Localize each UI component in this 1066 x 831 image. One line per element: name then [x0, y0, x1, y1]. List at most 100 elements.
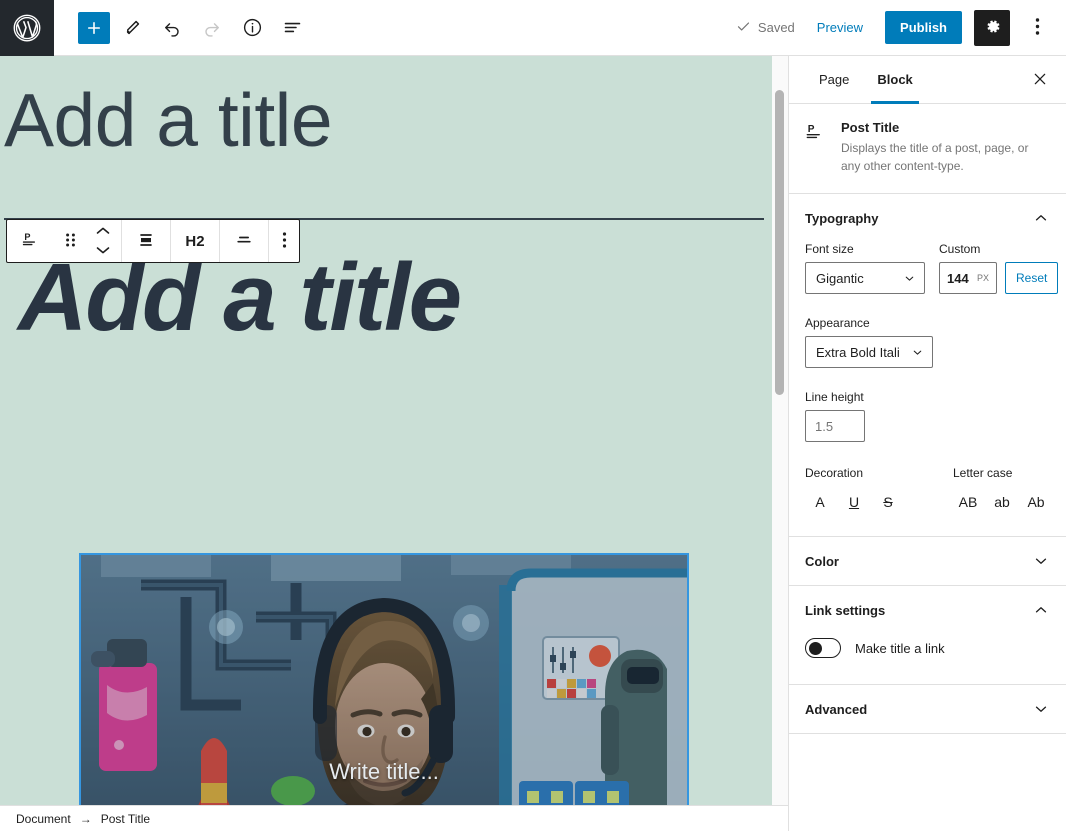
block-toolbar-group-level: H2 [171, 220, 220, 262]
block-more-options-button[interactable] [269, 220, 299, 262]
checkmark-icon [736, 19, 751, 37]
heading-level-button[interactable]: H2 [171, 220, 219, 262]
svg-text:P: P [808, 124, 815, 135]
saved-indicator: Saved [736, 19, 795, 37]
letter-case-uppercase-button[interactable]: AB [953, 488, 983, 516]
breadcrumb-separator: → [79, 811, 92, 826]
chevron-down-icon[interactable] [1032, 700, 1050, 718]
decoration-buttons: A U S [805, 488, 903, 516]
settings-gear-button[interactable] [974, 9, 1010, 46]
chevron-down-icon[interactable] [1032, 552, 1050, 570]
gear-icon [983, 17, 1002, 39]
align-text-icon [234, 230, 254, 253]
block-description: Displays the title of a post, page, or a… [841, 141, 1029, 173]
decoration-label: Decoration [805, 466, 864, 480]
panel-advanced: Advanced [789, 685, 1066, 734]
post-title-placeholder[interactable]: Add a title [0, 56, 788, 162]
post-title-icon: P [21, 230, 41, 253]
custom-size-input[interactable]: 144 PX [939, 262, 997, 294]
appearance-select[interactable]: Extra Bold Italic [805, 336, 933, 368]
ellipsis-vertical-icon [1035, 17, 1040, 39]
decoration-none-button[interactable]: A [805, 488, 835, 516]
close-sidebar-button[interactable] [1024, 64, 1056, 96]
tab-page[interactable]: Page [805, 56, 863, 103]
block-movers[interactable] [85, 220, 121, 262]
breadcrumb-item-document[interactable]: Document [16, 812, 71, 826]
tab-block[interactable]: Block [863, 56, 926, 104]
panel-color-header[interactable]: Color [789, 537, 1066, 585]
canvas-scrollbar-thumb[interactable] [775, 90, 784, 395]
wordpress-logo-icon[interactable] [0, 0, 54, 56]
undo-button[interactable] [154, 10, 190, 46]
custom-size-field: Custom 144 PX Reset [939, 242, 1059, 294]
chevron-up-icon[interactable] [1032, 209, 1050, 227]
font-size-select[interactable]: Gigantic [805, 262, 925, 294]
block-title: Post Title [841, 120, 900, 135]
block-info-text: Post Title Displays the title of a post,… [841, 120, 1050, 175]
sidebar-tabs: Page Block [789, 56, 1066, 104]
align-vertical-icon [136, 230, 156, 253]
panel-advanced-title: Advanced [805, 701, 868, 717]
ellipsis-vertical-icon [282, 231, 287, 252]
panel-typography: Typography Font size Gigantic Custom 144… [789, 194, 1066, 537]
decoration-strikethrough-button[interactable]: S [873, 488, 903, 516]
block-toolbar-group-more [269, 220, 299, 262]
make-title-link-label: Make title a link [855, 640, 945, 656]
chevron-up-icon[interactable] [95, 223, 111, 241]
chevron-up-icon[interactable] [1032, 601, 1050, 619]
breadcrumb-item-post-title[interactable]: Post Title [101, 812, 150, 826]
chevron-down-icon[interactable] [95, 242, 111, 260]
toggle-knob [809, 641, 822, 655]
panel-link-settings-header[interactable]: Link settings [789, 586, 1066, 634]
preview-button[interactable]: Preview [807, 14, 873, 41]
make-title-link-row: Make title a link [805, 634, 1050, 664]
font-size-reset-button[interactable]: Reset [1005, 262, 1059, 294]
font-size-row: Font size Gigantic Custom 144 PX Reset [805, 242, 1059, 294]
editor-canvas: Add a title Add a title Write title... [0, 56, 788, 805]
saved-label: Saved [757, 20, 795, 35]
block-type-button[interactable]: P [7, 220, 55, 262]
panel-typography-title: Typography [805, 210, 879, 226]
more-options-button[interactable] [1022, 10, 1052, 46]
redo-button[interactable] [194, 10, 230, 46]
media-title-placeholder[interactable]: Write title... [81, 759, 687, 785]
text-align-button[interactable] [220, 220, 268, 262]
details-info-button[interactable] [234, 10, 270, 46]
block-info-card: P Post Title Displays the title of a pos… [789, 104, 1066, 194]
letter-case-lowercase-button[interactable]: ab [987, 488, 1017, 516]
decoration-and-case-row: Decoration A U S Letter case AB ab Ab [805, 466, 1050, 516]
canvas-scrollbar[interactable] [772, 56, 788, 805]
font-size-field: Font size Gigantic [805, 242, 925, 294]
svg-text:P: P [24, 232, 30, 242]
top-bar-left-tools [54, 10, 310, 46]
letter-case-capitalize-button[interactable]: Ab [1021, 488, 1051, 516]
panel-color: Color [789, 537, 1066, 586]
panel-advanced-header[interactable]: Advanced [789, 685, 1066, 733]
add-block-button[interactable] [78, 11, 110, 44]
drag-handle-button[interactable] [55, 220, 85, 262]
make-title-link-toggle[interactable] [805, 638, 841, 658]
tools-pencil-button[interactable] [114, 10, 150, 46]
letter-case-buttons: AB ab Ab [953, 488, 1051, 516]
drag-handle-icon [65, 231, 76, 252]
vertical-align-button[interactable] [122, 220, 170, 262]
post-title-icon: P [805, 120, 829, 175]
publish-button[interactable]: Publish [885, 11, 962, 44]
canvas-content: Add a title Add a title Write title... [0, 56, 788, 805]
line-height-input[interactable] [805, 410, 865, 442]
panel-color-title: Color [805, 553, 839, 569]
panel-link-settings: Link settings Make title a link [789, 586, 1066, 685]
settings-sidebar: Page Block P Post Title Displays the tit [788, 56, 1066, 831]
font-size-label: Font size [805, 242, 854, 256]
letter-case-group: Letter case AB ab Ab [953, 466, 1051, 516]
appearance-select-wrap: Extra Bold Italic [805, 336, 933, 368]
media-block-selected[interactable]: Write title... [79, 553, 689, 805]
breadcrumb: Document → Post Title [0, 805, 788, 831]
panel-typography-header[interactable]: Typography [789, 194, 1066, 242]
list-view-button[interactable] [274, 10, 310, 46]
custom-size-value: 144 [947, 270, 969, 286]
close-x-icon [1032, 71, 1048, 90]
top-bar-right-tools: Saved Preview Publish [736, 9, 1066, 46]
decoration-underline-button[interactable]: U [839, 488, 869, 516]
panel-link-settings-body: Make title a link [789, 634, 1066, 684]
